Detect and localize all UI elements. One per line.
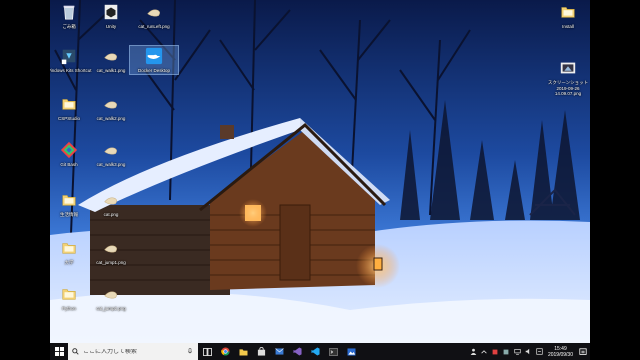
desktop-icon[interactable]: cat_walk1.png: [87, 46, 135, 74]
tray-app-icon[interactable]: [501, 343, 512, 360]
desktop-icon[interactable]: Unity: [87, 2, 135, 30]
desktop-icon[interactable]: cat_walk3.png: [87, 140, 135, 168]
desktop-icon-label: cat_jump1.png: [96, 260, 126, 265]
desktop-icon[interactable]: スクリーンショット 2019-09-26 14.09.07.png: [544, 58, 590, 97]
folder-icon: [60, 190, 78, 210]
desktop-icon-label: Python: [61, 306, 76, 311]
desktop-icon[interactable]: cat_jump2.png: [87, 284, 135, 312]
desktop-icon-label: cat_walk2.png: [96, 116, 126, 121]
desktop-icon-label: Unity: [105, 24, 117, 29]
taskbar-search-box[interactable]: [68, 343, 198, 360]
desktop-icon-label: cat.png: [103, 212, 119, 217]
desktop-icon[interactable]: cat_jump1.png: [87, 238, 135, 266]
system-tray: 15:49 2019/09/30: [468, 343, 590, 360]
task-view-icon[interactable]: [198, 343, 216, 360]
desktop-icon[interactable]: cat.png: [87, 190, 135, 218]
file-explorer-icon[interactable]: [234, 343, 252, 360]
mail-icon[interactable]: [270, 343, 288, 360]
notification-center-button[interactable]: [576, 343, 590, 360]
image-file-icon: [102, 190, 120, 210]
clock-date: 2019/09/30: [547, 351, 573, 358]
image-file-icon: [102, 46, 120, 66]
folder-icon: [60, 238, 78, 258]
desktop-icon-label: cat_jump2.png: [96, 306, 126, 311]
people-icon[interactable]: [468, 343, 479, 360]
folder-icon: [60, 94, 78, 114]
desktop-icon[interactable]: cat_runLeft.png: [130, 2, 178, 30]
desktop-icon[interactable]: Docker Desktop: [129, 45, 179, 75]
folder-icon: [60, 284, 78, 304]
image-file-icon: [102, 238, 120, 258]
ime-indicator[interactable]: [534, 343, 545, 360]
desktop-icon-label: cat_walk3.png: [96, 162, 126, 167]
microphone-icon[interactable]: [187, 348, 193, 355]
search-icon: [72, 348, 79, 355]
desktop-icon-label: ごみ箱: [62, 24, 76, 29]
desktop-icon-label: cat_runLeft.png: [138, 24, 170, 29]
desktop-icon-label: Git Bash: [60, 162, 78, 167]
desktop-icon-label: 生活情報: [60, 212, 78, 217]
chevron-up-icon[interactable]: [479, 343, 490, 360]
photos-icon[interactable]: [342, 343, 360, 360]
start-button[interactable]: [50, 343, 68, 360]
store-icon[interactable]: [252, 343, 270, 360]
image-file-icon: [145, 2, 163, 22]
desktop-icon-label: Windows Kits Shortcut: [50, 68, 92, 73]
git-bash-icon: [60, 140, 78, 160]
desktop-icon[interactable]: cat_walk2.png: [87, 94, 135, 122]
desktop-area: ごみ箱 Unity cat_runLeft.png Windows Kits Shor…: [50, 0, 590, 343]
desktop-icon-label: Docker Desktop: [137, 68, 170, 73]
desktop-screen: ごみ箱 Unity cat_runLeft.png Windows Kits Shor…: [50, 0, 590, 360]
folder-icon: [559, 2, 577, 22]
desktop-icon[interactable]: Install: [544, 2, 590, 30]
windows-logo-icon: [54, 347, 64, 356]
desktop-icon-label: cat_walk1.png: [96, 68, 126, 73]
screenshot-file-icon: [559, 58, 577, 78]
terminal-icon[interactable]: [324, 343, 342, 360]
taskbar-pinned-apps: [198, 343, 360, 360]
volume-icon[interactable]: [523, 343, 534, 360]
taskbar: 15:49 2019/09/30: [50, 343, 590, 360]
recycle-bin-icon: [60, 2, 78, 22]
notification-icon: [579, 347, 587, 355]
network-icon[interactable]: [512, 343, 523, 360]
docker-icon: [145, 46, 163, 66]
tray-app-red-icon[interactable]: [490, 343, 501, 360]
desktop-icon-label: スクリーンショット 2019-09-26 14.09.07.png: [547, 80, 589, 96]
shortcut-icon: [60, 46, 78, 66]
vscode-icon[interactable]: [306, 343, 324, 360]
desktop-icon-label: CSPStudio: [57, 116, 80, 121]
chrome-icon[interactable]: [216, 343, 234, 360]
clock[interactable]: 15:49 2019/09/30: [545, 346, 576, 358]
taskbar-search-input[interactable]: [83, 348, 183, 355]
visual-studio-icon[interactable]: [288, 343, 306, 360]
unity-icon: [102, 2, 120, 22]
image-file-icon: [102, 140, 120, 160]
image-file-icon: [102, 284, 120, 304]
image-file-icon: [102, 94, 120, 114]
desktop-icon-label: 大学: [64, 260, 74, 265]
desktop-icon-label: Install: [562, 24, 574, 29]
